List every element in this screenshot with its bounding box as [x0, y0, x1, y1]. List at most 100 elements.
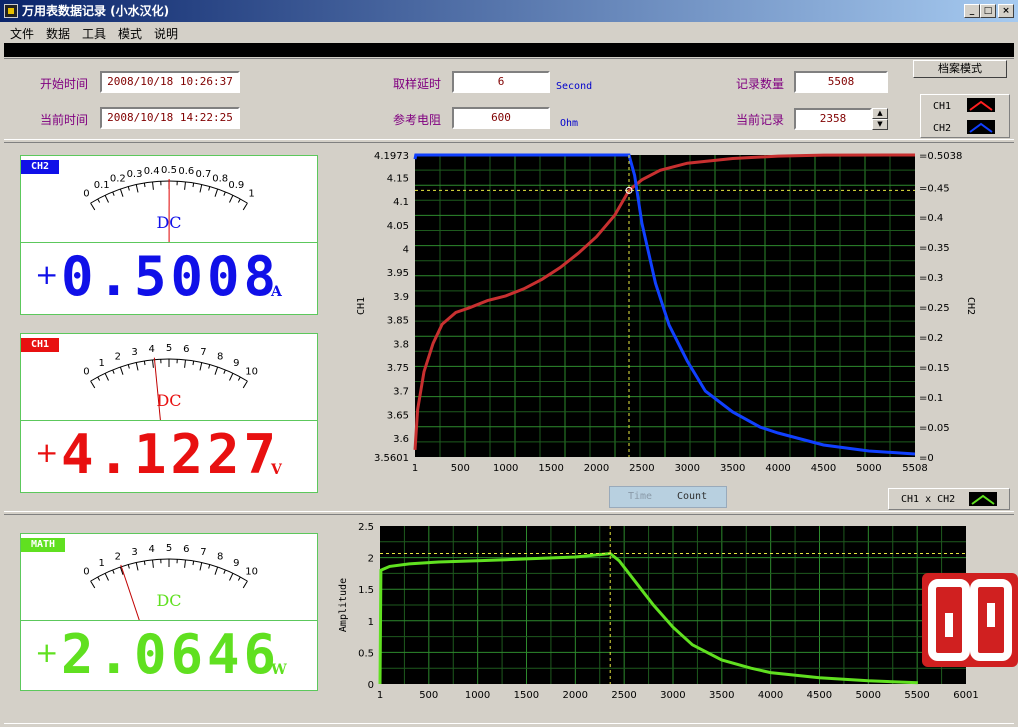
dial-tick [143, 360, 146, 366]
y-left-tick-label: 3.5601 [374, 453, 409, 464]
math-legend-label: CH1 x CH2 [901, 494, 956, 505]
y-tick-label: 0 [368, 680, 374, 691]
legend-ch2-swatch[interactable] [967, 120, 995, 134]
dial-scale-label: 1 [248, 188, 254, 199]
close-button[interactable]: × [998, 4, 1014, 18]
dial-tick [119, 188, 124, 197]
ref-resistor-label: 参考电阻 [393, 113, 442, 127]
dial-scale-label: 0 [83, 366, 89, 377]
meter-divider [21, 420, 317, 421]
readout-sign: + [35, 436, 59, 469]
start-time-label: 开始时间 [40, 77, 89, 91]
y-right-tick-label: =0.2 [919, 333, 943, 344]
app-icon[interactable] [4, 4, 18, 18]
y-left-tick-label: 4.05 [387, 221, 409, 232]
menu-bar: 文件 数据 工具 模式 说明 [0, 22, 1018, 42]
y-left-tick-label: 4.15 [387, 173, 409, 184]
dial-tick [199, 362, 203, 371]
ref-resistor-field[interactable]: 600 [452, 107, 550, 129]
dial-tick [90, 580, 96, 589]
current-time-field[interactable]: 2008/10/18 14:22:25 [100, 107, 240, 129]
x-tick-label: 1000 [493, 463, 518, 474]
sample-delay-unit: Second [556, 81, 593, 92]
sample-delay-field[interactable]: 6 [452, 71, 550, 93]
y-left-tick-label: 4 [403, 245, 409, 256]
legend-ch1-label: CH1 [933, 101, 952, 112]
dial-scale-label: 6 [183, 344, 189, 355]
y-left-tick-label: 4.1 [393, 197, 409, 208]
dial-tick [143, 182, 146, 188]
x-tick-label: 1500 [538, 463, 563, 474]
archive-mode-button[interactable]: 档案模式 [913, 60, 1007, 78]
menu-help[interactable]: 说明 [154, 25, 178, 42]
dial-tick [119, 366, 124, 375]
x-tick-label: 6001 [953, 690, 978, 701]
dial-tick [127, 564, 130, 569]
dial-tick [237, 576, 241, 581]
y-right-tick-label: =0 [919, 453, 934, 464]
dial-tick [135, 362, 139, 371]
x-tick-label: 3000 [675, 463, 700, 474]
dial-scale-label: 9 [233, 358, 239, 369]
meter-divider [21, 242, 317, 243]
dial-scale-label: 7 [200, 547, 206, 558]
x-tick-label: 500 [451, 463, 470, 474]
y-right-tick-label: =0.45 [919, 183, 950, 194]
dial-scale-label: 0.3 [127, 169, 143, 180]
toggle-count[interactable]: Count [677, 491, 707, 502]
sample-delay-label: 取样延时 [393, 77, 442, 91]
dial-scale-label: 0 [83, 188, 89, 199]
dial-scale-label: 3 [131, 547, 137, 558]
dial-tick [97, 376, 101, 381]
menu-mode[interactable]: 模式 [118, 25, 142, 42]
dial-tick [152, 181, 154, 190]
math-chart[interactable]: 1 500 1000 1500 2000 2500 3000 3500 4000 4500 5000… [330, 518, 990, 708]
dial-scale-label: 0.1 [94, 180, 110, 191]
dial-tick [242, 380, 248, 389]
title-bar: 万用表数据记录 (小水汉化) [0, 0, 1018, 22]
menu-data[interactable]: 数据 [46, 25, 70, 42]
x-tick-label: 4000 [765, 463, 790, 474]
y-right-tick-label: =0.3 [919, 273, 943, 284]
maximize-button[interactable]: □ [980, 4, 996, 18]
meter-dial: 012 3 4 5 6 7 89 10 DC [83, 343, 258, 420]
readout-sign: + [35, 258, 59, 291]
y-right-tick-label: =0.5038 [919, 151, 962, 162]
record-down-button[interactable]: ▼ [872, 119, 888, 130]
x-tick-label: 4000 [758, 690, 783, 701]
x-tick-label: 1 [377, 690, 383, 701]
y-left-tick-label: 4.1973 [374, 151, 409, 162]
dial-scale-label: 0 [83, 566, 89, 577]
y-left-tick-label: 3.85 [387, 316, 409, 327]
minimize-button[interactable]: _ [964, 4, 980, 18]
dial-tick [229, 195, 234, 203]
dial-tick [242, 580, 248, 589]
dial-mode-label: DC [156, 591, 181, 610]
meter-dial: 012 3 4 5 6 7 89 10 DC [83, 543, 258, 620]
dial-tick [97, 198, 101, 203]
main-chart[interactable]: 1 500 1000 1500 2000 2500 3000 3500 4000 4500 5000… [340, 145, 990, 485]
current-record-field[interactable]: 2358 [794, 108, 872, 130]
record-up-button[interactable]: ▲ [872, 108, 888, 119]
dial-tick [237, 376, 241, 381]
start-time-field[interactable]: 2008/10/18 10:26:37 [100, 71, 240, 93]
dial-needle [153, 357, 161, 420]
dial-mode-label: DC [156, 213, 181, 232]
menu-file[interactable]: 文件 [10, 25, 34, 42]
math-legend-swatch[interactable] [969, 492, 997, 506]
dial-scale-label: 5 [166, 543, 172, 554]
window-title: 万用表数据记录 (小水汉化) [22, 4, 170, 18]
dial-tick [214, 188, 219, 197]
legend-ch1-swatch[interactable] [967, 98, 995, 112]
dial-scale-label: 5 [166, 343, 172, 354]
toggle-time[interactable]: Time [628, 491, 652, 502]
y-right-tick-label: =0.4 [919, 213, 943, 224]
dial-tick [152, 359, 154, 368]
record-count-field[interactable]: 5508 [794, 71, 888, 93]
y-right-axis-label: CH2 [965, 297, 976, 315]
x-tick-label: 1000 [465, 690, 490, 701]
menu-tools[interactable]: 工具 [82, 25, 106, 42]
dial-scale-label: 3 [131, 347, 137, 358]
logo-stamp [922, 573, 1018, 667]
y-right-tick-label: =0.25 [919, 303, 950, 314]
